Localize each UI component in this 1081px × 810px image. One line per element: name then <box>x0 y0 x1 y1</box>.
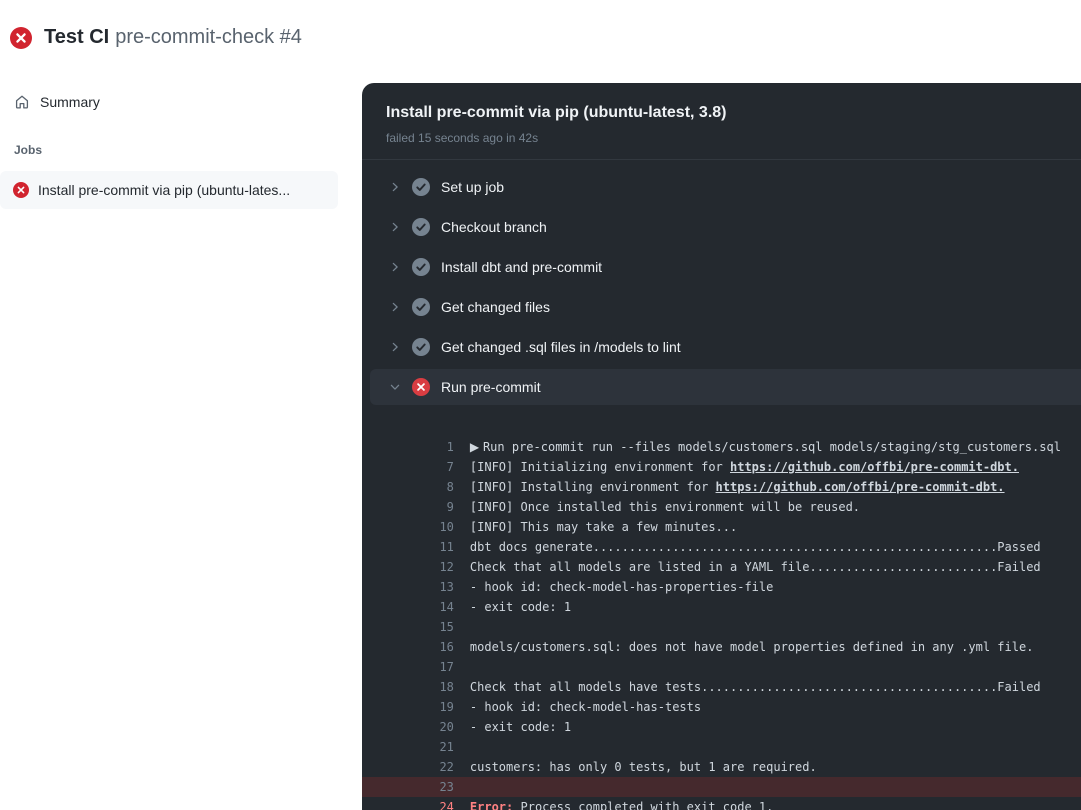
step-row[interactable]: Checkout branch <box>362 207 1081 247</box>
success-icon <box>412 338 430 356</box>
log-line-text: Error: Process completed with exit code … <box>470 800 773 810</box>
chevron-right-icon <box>389 341 401 353</box>
job-failed-status-icon <box>13 182 29 198</box>
log-line-number: 19 <box>391 697 454 717</box>
log-line-number: 7 <box>391 457 454 477</box>
log-line-number: 15 <box>391 617 454 637</box>
step-status <box>412 378 430 396</box>
step-label: Install dbt and pre-commit <box>441 259 602 275</box>
log-line[interactable]: 1▶ Run pre-commit run --files models/cus… <box>362 417 1081 437</box>
step-status <box>412 298 430 316</box>
chevron-right-icon <box>389 301 401 313</box>
jobs-heading: Jobs <box>14 143 348 157</box>
log-line-text: [INFO] This may take a few minutes... <box>470 520 737 534</box>
log-line-number: 12 <box>391 557 454 577</box>
step-label: Checkout branch <box>441 219 547 235</box>
job-panel-subtitle: failed 15 seconds ago in 42s <box>386 130 1057 146</box>
sidebar-item-job-selected[interactable]: Install pre-commit via pip (ubuntu-lates… <box>0 171 338 209</box>
job-log-panel: Install pre-commit via pip (ubuntu-lates… <box>362 83 1081 810</box>
success-icon <box>412 258 430 276</box>
log-line-number: 14 <box>391 597 454 617</box>
step-row[interactable]: Get changed files <box>362 287 1081 327</box>
log-line-number: 17 <box>391 657 454 677</box>
log-line-text: [INFO] Installing environment for https:… <box>470 480 1005 494</box>
log-line-number: 10 <box>391 517 454 537</box>
success-icon <box>412 218 430 236</box>
log-line-number: 18 <box>391 677 454 697</box>
log-line-text: [INFO] Initializing environment for http… <box>470 460 1019 474</box>
step-row[interactable]: Run pre-commit <box>370 369 1081 405</box>
log-line-number: 9 <box>391 497 454 517</box>
success-icon <box>412 298 430 316</box>
sidebar: Summary Jobs Install pre-commit via pip … <box>0 88 348 209</box>
step-row[interactable]: Install dbt and pre-commit <box>362 247 1081 287</box>
log-line-text: models/customers.sql: does not have mode… <box>470 640 1034 654</box>
log-line-text: - exit code: 1 <box>470 720 571 734</box>
success-icon <box>412 178 430 196</box>
step-label: Set up job <box>441 179 504 195</box>
step-row[interactable]: Set up job <box>362 167 1081 207</box>
step-status <box>412 178 430 196</box>
log-line-text: - exit code: 1 <box>470 600 571 614</box>
step-status <box>412 218 430 236</box>
steps-list: Set up job Checkout branch <box>362 160 1081 405</box>
log-line-number: 11 <box>391 537 454 557</box>
log-line-number: 16 <box>391 637 454 657</box>
log-line-number: 13 <box>391 577 454 597</box>
job-panel-title: Install pre-commit via pip (ubuntu-lates… <box>386 101 1057 125</box>
log-line-number: 24 <box>391 797 454 810</box>
log-line-number: 21 <box>391 737 454 757</box>
log-line-text: - hook id: check-model-has-tests <box>470 700 701 714</box>
step-label: Get changed files <box>441 299 550 315</box>
sidebar-summary-label: Summary <box>40 94 100 110</box>
log-line-number: 20 <box>391 717 454 737</box>
chevron-right-icon <box>389 381 401 393</box>
log-line-text: [INFO] Once installed this environment w… <box>470 500 860 514</box>
step-status <box>412 258 430 276</box>
log-line-number: 23 <box>391 777 454 797</box>
log-output: 1 ▶ Run pre-commit run --files models/cus… <box>362 407 1081 797</box>
chevron-right-icon <box>389 261 401 273</box>
run-title: Test CI pre-commit-check #4 <box>44 26 302 49</box>
log-line-number: 8 <box>391 477 454 497</box>
step-label: Run pre-commit <box>441 379 541 395</box>
chevron-right-icon <box>389 181 401 193</box>
log-line-text: - hook id: check-model-has-properties-fi… <box>470 580 773 594</box>
log-line-text: dbt docs generate.......................… <box>470 540 1041 554</box>
log-line-number: 1 <box>391 437 454 457</box>
run-failed-status-icon <box>10 27 32 49</box>
chevron-right-icon <box>389 221 401 233</box>
log-line-text: Check that all models are listed in a YA… <box>470 560 1041 574</box>
sidebar-item-summary[interactable]: Summary <box>0 88 348 116</box>
failure-icon <box>412 378 430 396</box>
log-line-number: 22 <box>391 757 454 777</box>
home-icon <box>14 94 30 110</box>
run-header: Test CI pre-commit-check #4 <box>10 26 302 49</box>
step-status <box>412 338 430 356</box>
step-row[interactable]: Get changed .sql files in /models to lin… <box>362 327 1081 367</box>
run-name: pre-commit-check #4 <box>115 26 302 48</box>
log-line-text: customers: has only 0 tests, but 1 are r… <box>470 760 817 774</box>
step-label: Get changed .sql files in /models to lin… <box>441 339 681 355</box>
log-line-text: Check that all models have tests........… <box>470 680 1041 694</box>
job-label: Install pre-commit via pip (ubuntu-lates… <box>38 182 290 198</box>
log-line-text: ▶ Run pre-commit run --files models/cust… <box>470 440 1061 454</box>
job-panel-header: Install pre-commit via pip (ubuntu-lates… <box>362 83 1081 160</box>
workflow-name: Test CI <box>44 26 109 48</box>
